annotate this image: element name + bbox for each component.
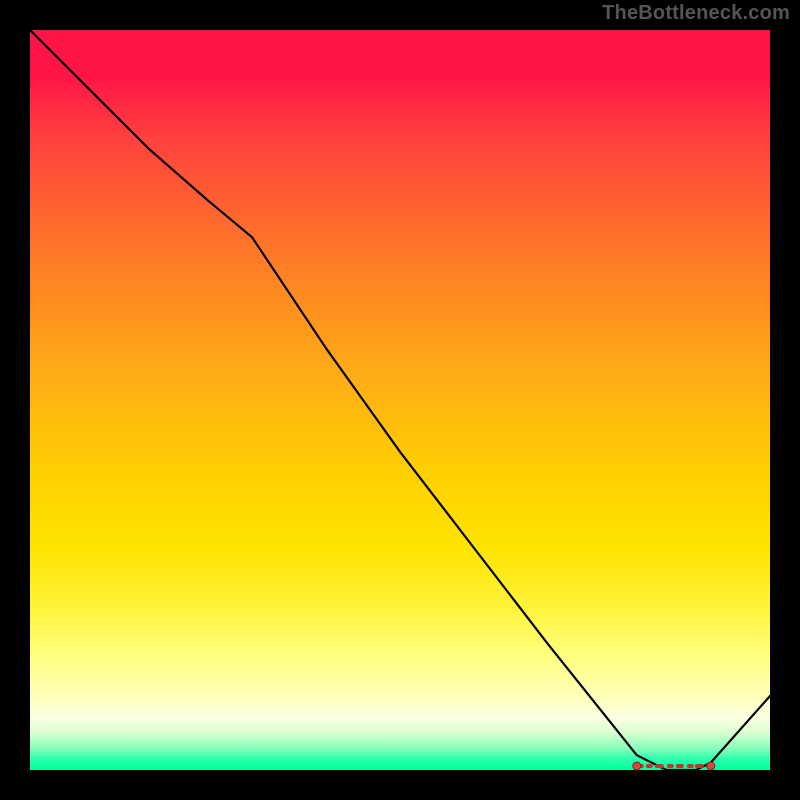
optimal-range-start-dot <box>633 762 641 770</box>
plot-svg <box>30 30 770 770</box>
chart-frame: TheBottleneck.com <box>0 0 800 800</box>
bottleneck-curve <box>30 30 770 770</box>
plot-area <box>30 30 770 770</box>
watermark-text: TheBottleneck.com <box>602 2 790 25</box>
optimal-range-end-dot <box>707 762 715 770</box>
